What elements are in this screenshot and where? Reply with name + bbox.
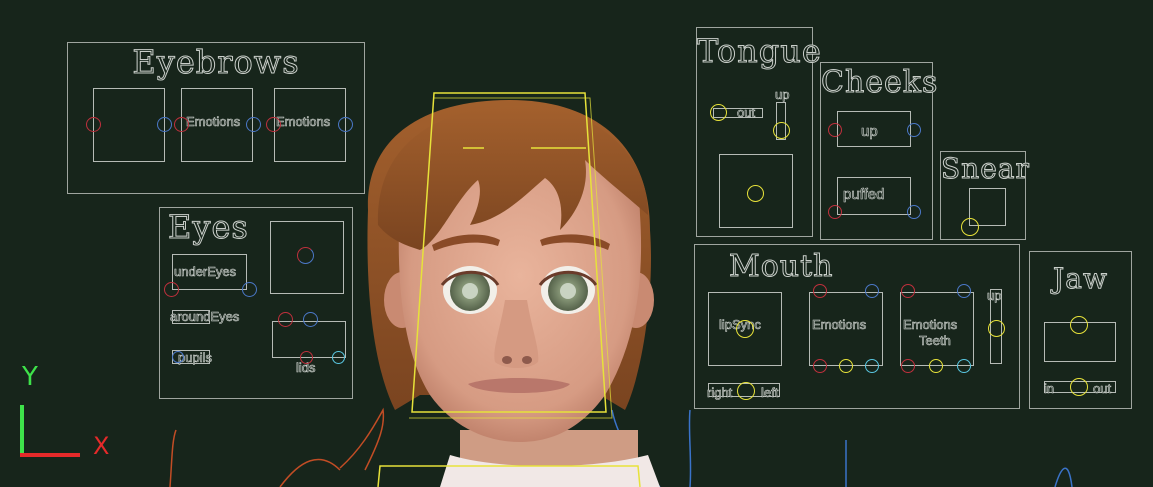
cheeks-puffed-control-red[interactable] (828, 205, 842, 219)
mouth-emotions-control-cyan[interactable] (865, 359, 879, 373)
mouth-emotions-label-2: Emotions (903, 317, 958, 332)
tongue-pad-control[interactable] (747, 185, 764, 202)
mouth-panel: Mouth lipSync Emotions Emotions Teeth up… (694, 244, 1020, 409)
jaw-in-out-control[interactable] (1070, 378, 1088, 396)
eyebrow-control-red[interactable] (86, 117, 101, 132)
tongue-out-label: out (737, 105, 756, 120)
tongue-out-control[interactable] (710, 104, 727, 121)
mouth-up-control[interactable] (988, 320, 1005, 337)
mouth-emotions-control-yellow[interactable] (839, 359, 853, 373)
jaw-in-label: in (1044, 381, 1055, 396)
teeth-control-cyan[interactable] (957, 359, 971, 373)
jaw-panel: Jaw in out (1029, 251, 1132, 409)
eyebrow-control-blue[interactable] (157, 117, 172, 132)
tongue-up-control[interactable] (773, 122, 790, 139)
jaw-control[interactable] (1070, 316, 1088, 334)
left-eyebrow-pad[interactable] (93, 88, 165, 162)
aroundEyes-control-red[interactable] (278, 312, 293, 327)
mouth-teeth-label: Teeth (919, 333, 951, 348)
rig-curve (688, 409, 692, 487)
rig-curve (279, 458, 341, 487)
left-pupil (462, 283, 478, 299)
lipSync-control[interactable] (736, 320, 754, 338)
mouth-right-left-control[interactable] (737, 382, 755, 400)
eyebrow-control-blue-2[interactable] (246, 117, 261, 132)
eye-look-control[interactable] (297, 247, 314, 264)
snear-panel: Snear (940, 151, 1030, 240)
underEyes-label: underEyes (174, 264, 237, 279)
jaw-out-label: out (1093, 381, 1112, 396)
cheeks-up-control-red[interactable] (828, 123, 842, 137)
lids-control-red[interactable] (300, 351, 313, 364)
mouth-up-label: up (987, 288, 1002, 303)
rig-curve (1054, 467, 1073, 487)
eyebrows-emotions-label: Emotions (186, 114, 241, 129)
teeth-control-yellow[interactable] (929, 359, 943, 373)
cheeks-up-control-blue[interactable] (907, 123, 921, 137)
mouth-left-label: left (761, 385, 779, 400)
cheeks-title: Cheeks (821, 65, 939, 101)
eyes-title: Eyes (168, 208, 249, 247)
pupils-control-blue[interactable] (172, 351, 184, 363)
axis-x-label: X (93, 432, 110, 460)
cheeks-puffed-label: puffed (843, 186, 885, 203)
mouth-emotions-control-red-2[interactable] (813, 359, 827, 373)
tongue-panel: Tongue out up (696, 27, 822, 237)
eyebrow-control-red-3[interactable] (266, 117, 281, 132)
rig-curve (169, 429, 177, 487)
eyebrow-control-red-2[interactable] (174, 117, 189, 132)
cheeks-up-label: up (861, 123, 878, 140)
teeth-control-red[interactable] (901, 284, 915, 298)
axis-y-label: Y (22, 362, 38, 392)
eyebrows-emotions-label-2: Emotions (276, 114, 331, 129)
underEyes-control-blue[interactable] (242, 282, 257, 297)
aroundEyes-label: aroundEyes (170, 309, 240, 324)
right-pupil (560, 283, 576, 299)
snear-title: Snear (941, 152, 1030, 186)
mouth-emotions-control-blue[interactable] (865, 284, 879, 298)
mouth-right-label: right (707, 385, 733, 400)
eyebrows-panel: Eyebrows Emotions Emotions (67, 42, 365, 194)
snear-control[interactable] (961, 218, 979, 236)
eyebrows-title: Eyebrows (132, 43, 300, 82)
cheeks-puffed-control-blue[interactable] (907, 205, 921, 219)
mouth-title: Mouth (728, 249, 834, 285)
aroundEyes-control-blue[interactable] (303, 312, 318, 327)
eyebrow-control-blue-3[interactable] (338, 117, 353, 132)
tongue-title: Tongue (697, 32, 822, 71)
jaw-title: Jaw (1053, 262, 1108, 296)
rig-curve (339, 407, 385, 471)
teeth-control-blue[interactable] (957, 284, 971, 298)
teeth-control-red-2[interactable] (901, 359, 915, 373)
cheeks-panel: Cheeks up puffed (820, 62, 939, 240)
mouth-emotions-label: Emotions (812, 317, 867, 332)
rig-viewport[interactable]: Y X Eyebrows Emotions Emotions Eyes unde… (0, 0, 1153, 487)
underEyes-control-red[interactable] (164, 282, 179, 297)
mouth-emotions-control-red[interactable] (813, 284, 827, 298)
eyes-panel: Eyes underEyes aroundEyes pupils lids (159, 207, 353, 399)
tongue-up-label: up (775, 87, 790, 102)
lids-control-cyan[interactable] (332, 351, 345, 364)
